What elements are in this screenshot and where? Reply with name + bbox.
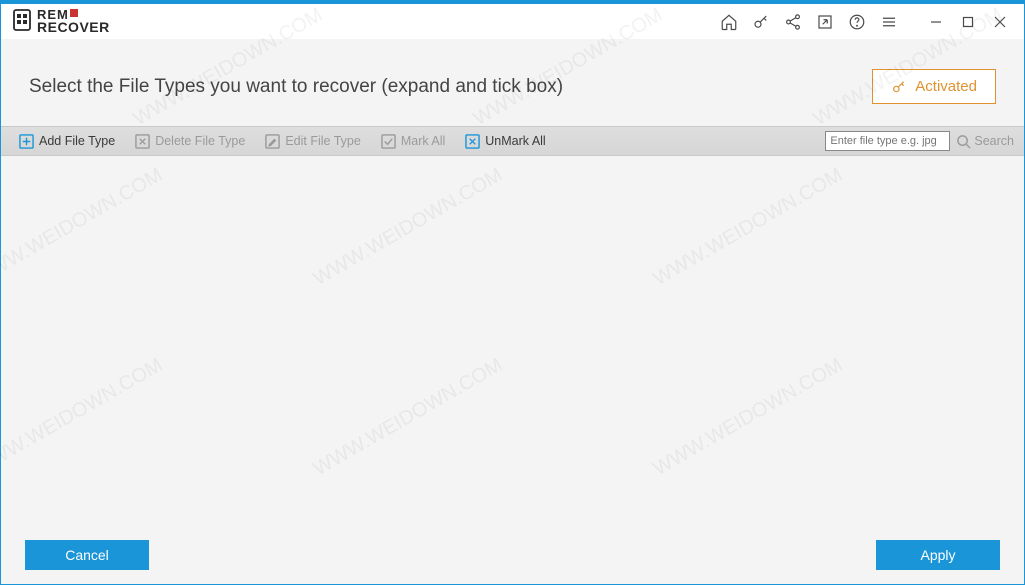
delete-filetype-button: Delete File Type (127, 132, 253, 151)
add-filetype-button[interactable]: Add File Type (11, 132, 123, 151)
watermark: WWW.WEIDOWN.COM (0, 354, 167, 481)
filetype-search-input[interactable] (825, 131, 950, 151)
titlebar-controls (720, 8, 1016, 36)
titlebar: rem RECOVER (1, 1, 1024, 39)
search-button[interactable]: Search (956, 134, 1014, 149)
maximize-button[interactable] (952, 8, 984, 36)
logo-line2: RECOVER (37, 21, 110, 34)
app-logo: rem RECOVER (13, 9, 110, 35)
watermark: WWW.WEIDOWN.COM (310, 164, 507, 291)
plus-box-icon (19, 134, 34, 149)
mark-all-button: Mark All (373, 132, 453, 151)
activated-label: Activated (915, 78, 977, 95)
watermark: WWW.WEIDOWN.COM (0, 164, 167, 291)
close-button[interactable] (984, 8, 1016, 36)
logo-square-icon (70, 9, 78, 17)
watermark: WWW.WEIDOWN.COM (310, 354, 507, 481)
key-icon (891, 79, 907, 95)
page-title: Select the File Types you want to recove… (29, 76, 563, 98)
search-icon (956, 134, 971, 149)
toolbar-label: UnMark All (485, 134, 545, 148)
help-icon[interactable] (848, 13, 866, 31)
apply-button[interactable]: Apply (876, 540, 1000, 570)
watermark: WWW.WEIDOWN.COM (650, 164, 847, 291)
menu-icon[interactable] (880, 13, 898, 31)
export-icon[interactable] (816, 13, 834, 31)
pencil-box-icon (265, 134, 280, 149)
search-box: Search (825, 131, 1014, 151)
logo-icon (13, 9, 35, 35)
toolbar-label: Add File Type (39, 134, 115, 148)
toolbar-label: Delete File Type (155, 134, 245, 148)
filetype-list-area: WWW.WEIDOWN.COM WWW.WEIDOWN.COM WWW.WEID… (1, 156, 1024, 530)
minimize-button[interactable] (920, 8, 952, 36)
footer: Cancel Apply (1, 530, 1024, 584)
x-box-icon (135, 134, 150, 149)
share-icon[interactable] (784, 13, 802, 31)
watermark: WWW.WEIDOWN.COM (650, 354, 847, 481)
header-section: Select the File Types you want to recove… (1, 39, 1024, 126)
key-icon[interactable] (752, 13, 770, 31)
toolbar-label: Mark All (401, 134, 445, 148)
cancel-button[interactable]: Cancel (25, 540, 149, 570)
toolbar-label: Edit File Type (285, 134, 361, 148)
filetype-toolbar: Add File Type Delete File Type Edit File… (1, 126, 1024, 156)
home-icon[interactable] (720, 13, 738, 31)
x-box-icon (465, 134, 480, 149)
activated-badge: Activated (872, 69, 996, 104)
app-window: rem RECOVER (0, 0, 1025, 585)
search-label: Search (974, 134, 1014, 148)
edit-filetype-button: Edit File Type (257, 132, 369, 151)
check-box-icon (381, 134, 396, 149)
unmark-all-button[interactable]: UnMark All (457, 132, 553, 151)
